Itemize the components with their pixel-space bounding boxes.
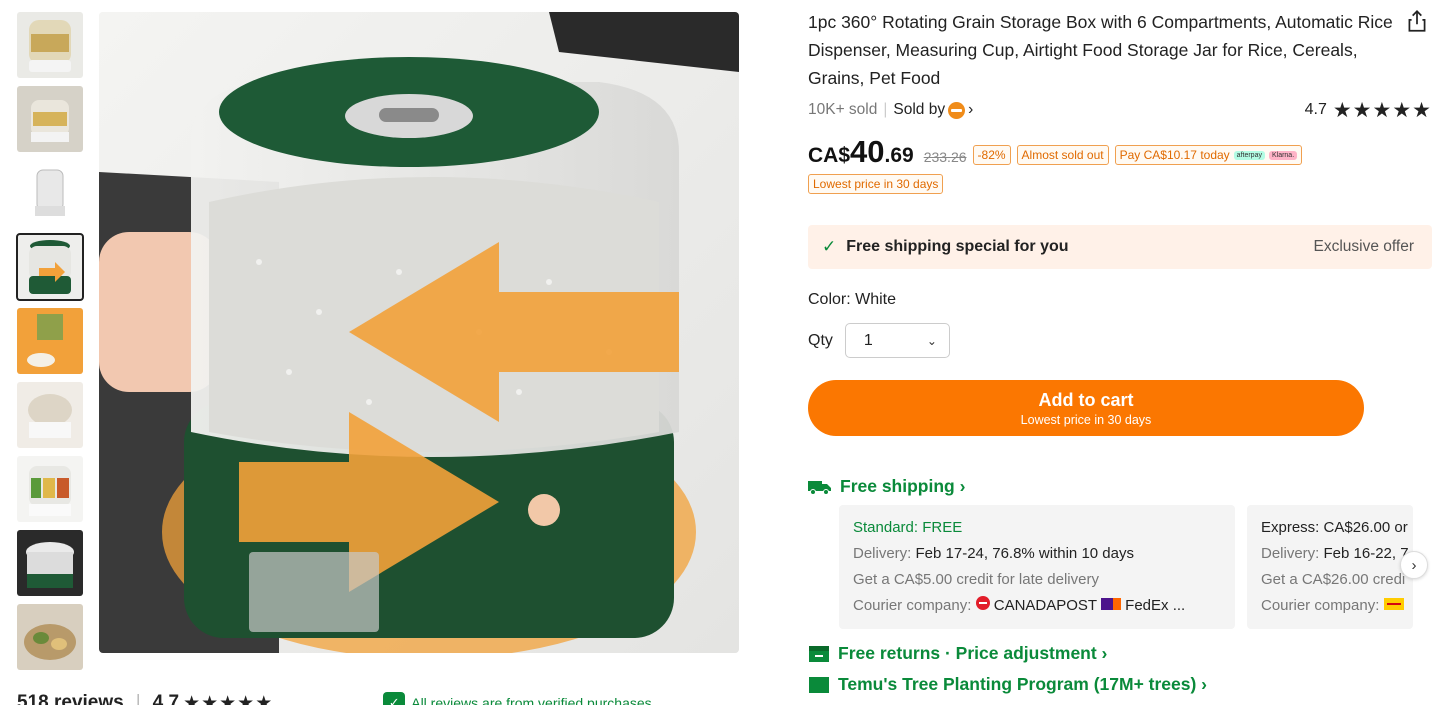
price-decimal: .69	[884, 144, 914, 167]
pay-later-badge[interactable]: Pay CA$10.17 today afterpay Klarna.	[1114, 145, 1303, 165]
share-icon[interactable]	[1404, 8, 1430, 34]
reviews-stars-icon: ★★★★★	[183, 692, 274, 705]
thumbnail-6[interactable]	[17, 382, 83, 448]
thumbnail-7[interactable]	[17, 456, 83, 522]
express-delivery-value: Feb 16-22, 7	[1323, 545, 1409, 562]
courier-canadapost: CANADAPOST	[993, 597, 1097, 614]
klarna-logo: Klarna.	[1268, 150, 1298, 160]
store-logo-icon	[948, 101, 966, 119]
price-row: CA$ 40 .69 233.26 -82% Almost sold out P…	[808, 134, 1432, 170]
free-returns-label: Free returns · Price adjustment ›	[838, 643, 1108, 663]
courier-fedex: FedEx ...	[1125, 597, 1186, 614]
reviews-separator: |	[135, 692, 141, 705]
verified-text: All reviews are from verified purchases	[411, 695, 652, 705]
late-delivery-credit: Get a CA$5.00 credit for late delivery	[853, 571, 1099, 588]
product-info-panel: 1pc 360° Rotating Grain Storage Box with…	[808, 8, 1432, 695]
thumbnail-4-selected[interactable]	[16, 233, 84, 301]
fedex-logo-icon	[1101, 593, 1121, 619]
express-courier-label: Courier company:	[1261, 597, 1384, 614]
color-label: Color: White	[808, 291, 897, 308]
free-shipping-link[interactable]: Free shipping ›	[808, 476, 1432, 497]
shipping-next-button[interactable]: ›	[1400, 551, 1428, 579]
truck-icon	[808, 480, 831, 495]
original-price: 233.26	[923, 149, 967, 165]
dhl-logo-icon	[1383, 593, 1404, 619]
standard-shipping-card[interactable]: Standard: FREE Delivery: Feb 17-24, 76.8…	[839, 505, 1235, 629]
rating-value: 4.7	[1304, 101, 1327, 118]
price-integer: 40	[850, 134, 885, 169]
verified-note: ✓ All reviews are from verified purchase…	[383, 692, 652, 705]
qty-label: Qty	[808, 331, 833, 349]
meta-divider: |	[883, 101, 888, 118]
standard-delivery-label: Delivery:	[853, 545, 916, 562]
sold-by-label: Sold by	[893, 101, 946, 118]
express-shipping-title: Express: CA$26.00 or	[1261, 519, 1408, 536]
canadapost-logo-icon	[975, 593, 990, 619]
lowest-price-badge: Lowest price in 30 days	[808, 174, 944, 194]
add-to-cart-label: Add to cart	[1038, 389, 1134, 410]
thumbnail-8[interactable]	[17, 530, 83, 596]
qty-value: 1	[863, 331, 873, 349]
reviews-count[interactable]: 518 reviews	[17, 692, 124, 705]
meta-row: 10K+ sold | Sold by › 4.7 ★★★★★	[808, 98, 1432, 122]
courier-label: Courier company:	[853, 597, 976, 614]
standard-delivery-value: Feb 17-24, 76.8% within 10 days	[915, 545, 1134, 562]
tree-planting-link[interactable]: Temu's Tree Planting Program (17M+ trees…	[808, 674, 1432, 695]
thumbnail-2[interactable]	[17, 86, 83, 152]
quantity-select[interactable]: 1 ⌄	[844, 323, 950, 358]
current-price: CA$ 40 .69	[808, 134, 914, 170]
reviews-rating: 4.7	[152, 692, 180, 705]
sold-count: 10K+ sold	[808, 101, 878, 118]
product-rating[interactable]: 4.7 ★★★★★	[1305, 98, 1432, 123]
tree-planting-label: Temu's Tree Planting Program (17M+ trees…	[838, 674, 1208, 694]
check-icon: ✓	[822, 237, 837, 256]
quantity-row: Qty 1 ⌄	[808, 323, 1432, 358]
almost-sold-out-badge: Almost sold out	[1016, 145, 1109, 165]
thumbnail-1[interactable]	[17, 12, 83, 78]
express-delivery-label: Delivery:	[1261, 545, 1324, 562]
standard-shipping-title: Standard: FREE	[853, 519, 963, 536]
main-product-image[interactable]	[99, 12, 739, 653]
shipping-options: Standard: FREE Delivery: Feb 17-24, 76.8…	[839, 505, 1432, 629]
shipping-offer-banner: ✓ Free shipping special for you Exclusiv…	[808, 225, 1432, 269]
rating-stars-icon: ★★★★★	[1332, 98, 1432, 122]
shipping-offer-label: Free shipping special for you	[846, 238, 1069, 255]
afterpay-logo: afterpay	[1233, 150, 1265, 160]
exclusive-offer-label: Exclusive offer	[1313, 238, 1414, 255]
reviews-summary[interactable]: 518 reviews | 4.7 ★★★★★ ✓ All reviews ar…	[17, 688, 747, 705]
add-to-cart-sublabel: Lowest price in 30 days	[1020, 412, 1152, 427]
thumbnail-9[interactable]	[17, 604, 83, 670]
thumbnail-5[interactable]	[17, 308, 83, 374]
free-returns-link[interactable]: Free returns · Price adjustment ›	[808, 643, 1432, 664]
free-shipping-label: Free shipping ›	[840, 476, 966, 496]
express-shipping-card[interactable]: Express: CA$26.00 or Delivery: Feb 16-22…	[1247, 505, 1413, 629]
returns-box-icon	[809, 645, 829, 662]
sold-by-link[interactable]: Sold by ›	[893, 101, 973, 119]
chevron-right-icon: ›	[968, 101, 974, 118]
price-currency: CA$	[808, 144, 851, 167]
thumbnail-list	[16, 12, 84, 678]
chevron-down-icon: ⌄	[926, 333, 937, 348]
express-credit: Get a CA$26.00 credi	[1261, 571, 1406, 588]
product-title: 1pc 360° Rotating Grain Storage Box with…	[808, 12, 1393, 88]
pay-today-text: Pay CA$10.17 today	[1119, 148, 1230, 162]
add-to-cart-button[interactable]: Add to cart Lowest price in 30 days	[808, 380, 1364, 436]
discount-badge: -82%	[972, 145, 1011, 165]
thumbnail-3[interactable]	[17, 160, 83, 226]
shield-check-icon: ✓	[383, 692, 406, 705]
tree-icon	[809, 676, 829, 693]
